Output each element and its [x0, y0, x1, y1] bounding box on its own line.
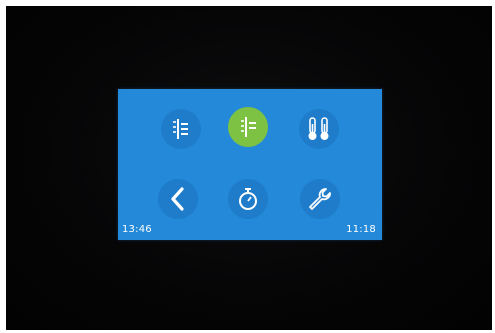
heating-zones-icon	[170, 117, 192, 141]
heating-zones-button[interactable]	[161, 109, 201, 149]
wrench-icon	[307, 186, 333, 212]
timer-button[interactable]	[228, 179, 268, 219]
heating-zones-active-icon	[237, 115, 259, 139]
settings-wrench-button[interactable]	[300, 179, 340, 219]
timer-icon	[236, 186, 260, 212]
back-button[interactable]	[158, 179, 198, 219]
status-time-right: 11:18	[346, 224, 376, 235]
touch-screen: 13:46 11:18	[118, 89, 382, 240]
thermometers-button[interactable]	[299, 109, 339, 149]
status-time-left: 13:46	[122, 224, 152, 235]
thermometers-icon	[306, 116, 332, 142]
back-icon	[168, 186, 188, 212]
photo-frame: 13:46 11:18	[0, 0, 495, 333]
heating-zones-active-button[interactable]	[228, 107, 268, 147]
